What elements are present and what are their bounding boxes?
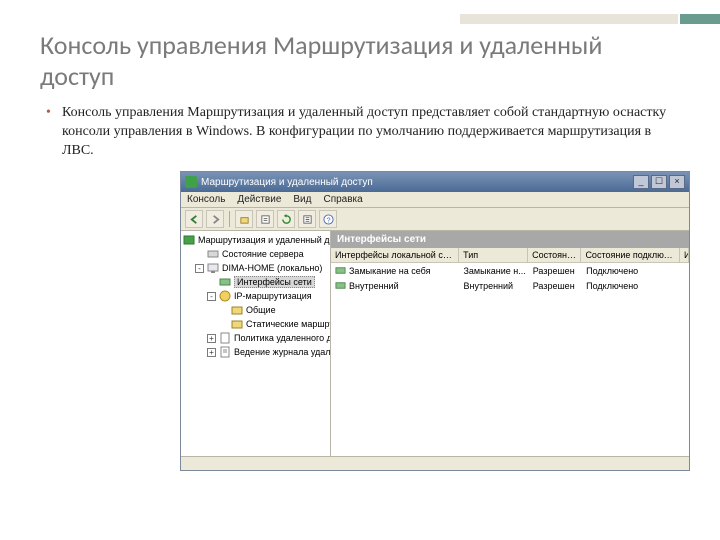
close-button[interactable]: × xyxy=(669,175,685,189)
nic-icon xyxy=(219,276,231,288)
tree-item-static-routes[interactable]: Статические маршру xyxy=(183,317,328,331)
properties-button[interactable] xyxy=(256,210,274,228)
server-icon xyxy=(183,234,195,246)
toolbar-separator xyxy=(229,211,230,227)
menu-console[interactable]: Консоль xyxy=(187,194,225,205)
policy-icon xyxy=(219,332,231,344)
column-device-name[interactable]: Имя устройства xyxy=(680,248,689,262)
app-window: Маршрутизация и удаленный доступ _ ☐ × К… xyxy=(180,171,690,471)
folder-icon xyxy=(231,304,243,316)
forward-button[interactable] xyxy=(206,210,224,228)
list-row[interactable]: Внутренний Внутренний Разрешен Подключен… xyxy=(331,278,689,293)
slide-decor-strip xyxy=(460,14,720,24)
list-header: Интерфейсы локальной сети и ... Тип Сост… xyxy=(331,248,689,263)
help-button[interactable]: ? xyxy=(319,210,337,228)
details-header: Интерфейсы сети xyxy=(331,231,689,248)
routing-icon xyxy=(219,290,231,302)
column-type[interactable]: Тип xyxy=(459,248,528,262)
tree-item-general[interactable]: Общие xyxy=(183,303,328,317)
list-body[interactable]: Замыкание на себя Замыкание н... Разреше… xyxy=(331,263,689,456)
svg-text:?: ? xyxy=(326,215,330,224)
toolbar: ? xyxy=(181,208,689,231)
row-state: Разрешен xyxy=(529,264,582,277)
expander-icon[interactable]: + xyxy=(207,348,216,357)
tree-item-ip-routing[interactable]: - IP-маршрутизация xyxy=(183,289,328,303)
titlebar[interactable]: Маршрутизация и удаленный доступ _ ☐ × xyxy=(181,172,689,192)
row-type: Замыкание н... xyxy=(459,264,528,277)
row-dev xyxy=(681,264,689,277)
window-buttons: _ ☐ × xyxy=(633,175,685,189)
menubar: Консоль Действие Вид Справка xyxy=(181,192,689,208)
log-icon xyxy=(219,346,231,358)
slide-title: Консоль управления Маршрутизация и удале… xyxy=(40,30,680,92)
internal-icon xyxy=(335,280,346,291)
row-type: Внутренний xyxy=(459,279,528,292)
menu-view[interactable]: Вид xyxy=(293,194,311,205)
tree-item-logging[interactable]: + Ведение журнала удален xyxy=(183,345,328,359)
main-area: Маршрутизация и удаленный до Состояние с… xyxy=(181,231,689,456)
refresh-button[interactable] xyxy=(277,210,295,228)
back-button[interactable] xyxy=(185,210,203,228)
slide-bullet: Консоль управления Маршрутизация и удале… xyxy=(40,104,680,161)
loopback-icon xyxy=(335,265,346,276)
routes-icon xyxy=(231,318,243,330)
expander-icon[interactable]: - xyxy=(195,264,204,273)
column-connection-state[interactable]: Состояние подключения xyxy=(581,248,680,262)
row-dev xyxy=(681,279,689,292)
row-name: Замыкание на себя xyxy=(349,266,430,276)
slide-container: Консоль управления Маршрутизация и удале… xyxy=(0,0,720,487)
column-name[interactable]: Интерфейсы локальной сети и ... xyxy=(331,248,459,262)
expander-icon[interactable]: - xyxy=(207,292,216,301)
menu-action[interactable]: Действие xyxy=(237,194,281,205)
expander-icon[interactable]: + xyxy=(207,334,216,343)
tree-pane[interactable]: Маршрутизация и удаленный до Состояние с… xyxy=(181,231,331,456)
tree-root[interactable]: Маршрутизация и удаленный до xyxy=(183,233,328,247)
tree-item-remote-policy[interactable]: + Политика удаленного до xyxy=(183,331,328,345)
status-icon xyxy=(207,248,219,260)
tree-item-network-interfaces[interactable]: Интерфейсы сети xyxy=(183,275,328,289)
decor-bar-teal xyxy=(680,14,720,24)
window-title: Маршрутизация и удаленный доступ xyxy=(201,177,633,188)
app-icon xyxy=(185,176,197,188)
details-pane: Интерфейсы сети Интерфейсы локальной сет… xyxy=(331,231,689,456)
tree-root-label: Маршрутизация и удаленный до xyxy=(198,235,331,245)
row-state: Разрешен xyxy=(529,279,582,292)
row-conn: Подключено xyxy=(582,279,681,292)
list-row[interactable]: Замыкание на себя Замыкание н... Разреше… xyxy=(331,263,689,278)
minimize-button[interactable]: _ xyxy=(633,175,649,189)
maximize-button[interactable]: ☐ xyxy=(651,175,667,189)
row-conn: Подключено xyxy=(582,264,681,277)
row-name: Внутренний xyxy=(349,281,399,291)
tree-item-host[interactable]: - DIMA-HOME (локально) xyxy=(183,261,328,275)
menu-help[interactable]: Справка xyxy=(323,194,362,205)
computer-icon xyxy=(207,262,219,274)
statusbar xyxy=(181,456,689,470)
up-button[interactable] xyxy=(235,210,253,228)
column-state[interactable]: Состояние xyxy=(528,248,581,262)
decor-bar-light xyxy=(460,14,678,24)
tree-item-server-status[interactable]: Состояние сервера xyxy=(183,247,328,261)
export-button[interactable] xyxy=(298,210,316,228)
